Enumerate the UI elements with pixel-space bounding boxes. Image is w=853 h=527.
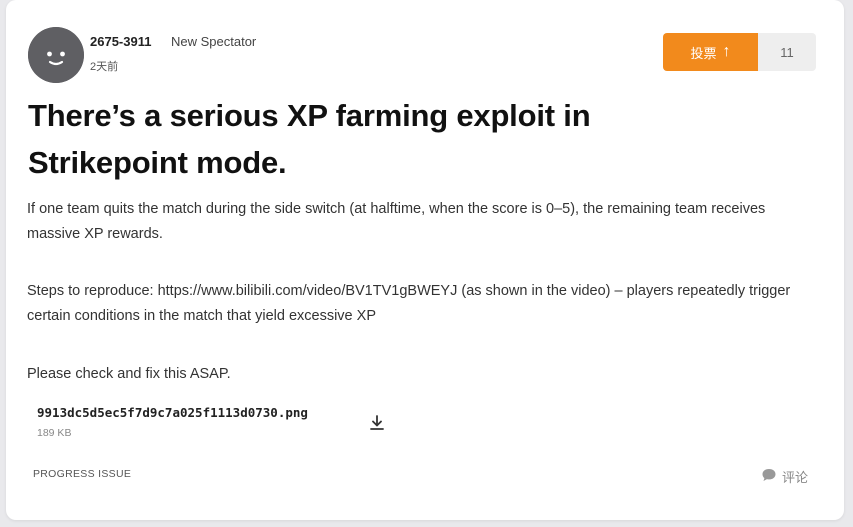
author-username[interactable]: 2675-3911 — [90, 34, 151, 49]
comment-bubble-icon — [761, 467, 777, 486]
avatar-face-icon — [28, 27, 84, 83]
post-body-paragraph: Please check and fix this ASAP. — [27, 366, 231, 382]
author-rank: New Spectator — [171, 34, 257, 49]
attachment-size: 189 KB — [37, 427, 72, 439]
vote-count: 11 — [758, 33, 816, 71]
post-title: There’s a serious XP farming exploit in … — [28, 98, 591, 180]
post-body-paragraph: Steps to reproduce: https://www.bilibili… — [27, 283, 791, 324]
vote-label: 投票 — [690, 45, 717, 61]
arrow-up-icon: ↑ — [722, 43, 731, 60]
post-tag[interactable]: PROGRESS ISSUE — [33, 468, 131, 480]
avatar[interactable] — [28, 27, 84, 83]
post-body-paragraph: If one team quits the match during the s… — [27, 201, 766, 242]
download-icon[interactable] — [368, 414, 386, 432]
attachment-filename[interactable]: 9913dc5d5ec5f7d9c7a025f1113d0730.png — [37, 405, 308, 420]
comment-button[interactable]: 评论 — [761, 467, 808, 486]
vote-widget: 投票 ↑ 11 — [663, 33, 816, 71]
vote-button[interactable]: 投票 ↑ — [663, 33, 758, 71]
post-timestamp: 2天前 — [90, 61, 119, 73]
comment-label: 评论 — [782, 470, 809, 485]
post-card: 2675-3911 New Spectator 2天前 投票 ↑ 11 Ther… — [6, 0, 844, 520]
